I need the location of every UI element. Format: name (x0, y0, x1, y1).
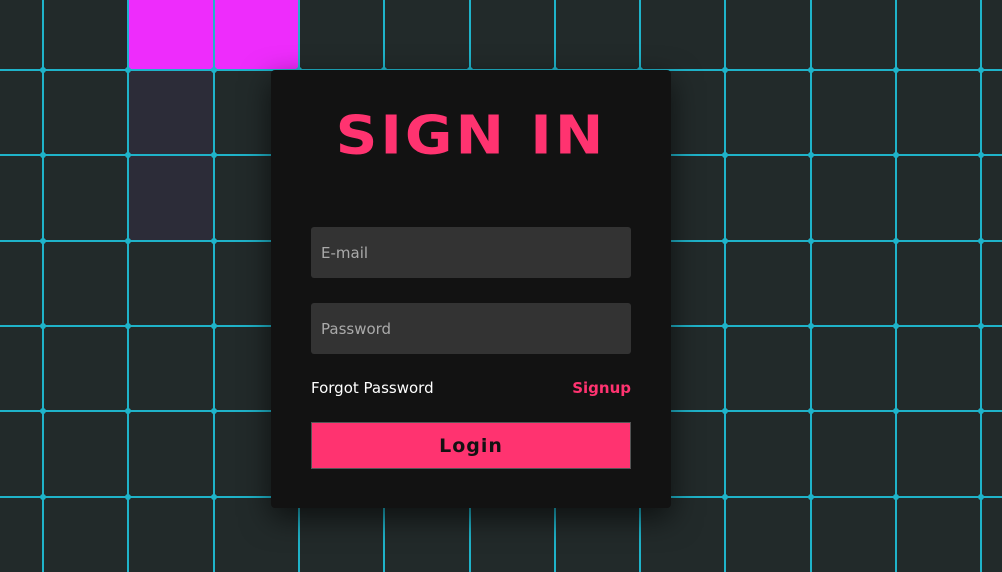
grid-node (40, 494, 46, 500)
page-title: SIGN IN (335, 103, 607, 167)
grid-node (808, 67, 814, 73)
grid-node (722, 494, 728, 500)
grid-node (211, 67, 217, 73)
grid-node (125, 494, 131, 500)
grid-node (893, 152, 899, 158)
grid-node (722, 238, 728, 244)
grid-node (40, 152, 46, 158)
grid-node (125, 238, 131, 244)
grid-node (40, 238, 46, 244)
grid-node (893, 494, 899, 500)
grid-node (978, 152, 984, 158)
grid-node (893, 408, 899, 414)
grid-node (211, 494, 217, 500)
grid-node (722, 67, 728, 73)
signup-link[interactable]: Signup (572, 379, 631, 397)
grid-node (40, 323, 46, 329)
grid-node (893, 238, 899, 244)
forgot-password-link[interactable]: Forgot Password (311, 379, 434, 397)
grid-node (893, 67, 899, 73)
grid-node (978, 408, 984, 414)
grid-node (808, 152, 814, 158)
grid-node (978, 323, 984, 329)
grid-node (125, 152, 131, 158)
grid-node (722, 152, 728, 158)
login-card: SIGN IN Forgot Password Signup Login (271, 70, 671, 508)
grid-node (211, 238, 217, 244)
grid-node (722, 323, 728, 329)
grid-node (978, 494, 984, 500)
grid-node (211, 323, 217, 329)
grid-node (808, 238, 814, 244)
grid-node (722, 408, 728, 414)
grid-node (125, 323, 131, 329)
dim-cell (129, 156, 215, 241)
grid-node (893, 323, 899, 329)
grid-node (125, 408, 131, 414)
grid-node (125, 67, 131, 73)
grid-node (211, 408, 217, 414)
grid-node (978, 238, 984, 244)
grid-node (40, 408, 46, 414)
dim-cell (129, 70, 215, 156)
grid-node (978, 67, 984, 73)
grid-node (808, 408, 814, 414)
password-field[interactable] (311, 303, 631, 354)
grid-node (808, 494, 814, 500)
form-links: Forgot Password Signup (311, 377, 631, 399)
highlight-cell (215, 0, 300, 70)
grid-node (808, 323, 814, 329)
login-button[interactable]: Login (311, 422, 631, 469)
grid-node (211, 152, 217, 158)
grid-node (40, 67, 46, 73)
highlight-cell (129, 0, 215, 70)
email-field[interactable] (311, 227, 631, 278)
